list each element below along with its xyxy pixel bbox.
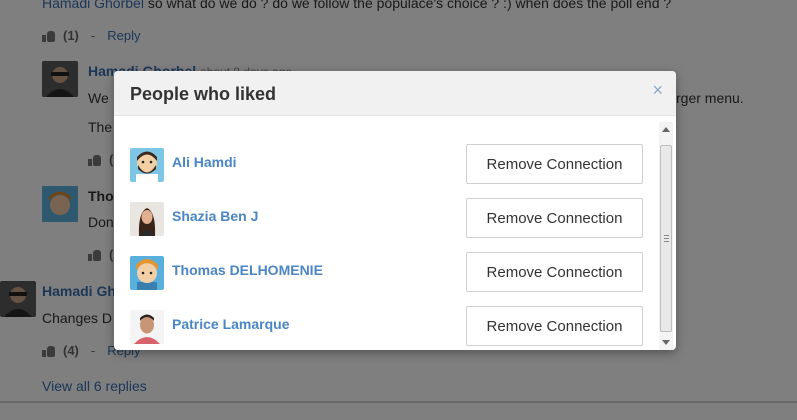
modal-scrollbar[interactable]: [659, 122, 673, 350]
avatar[interactable]: [130, 256, 164, 290]
list-item: Patrice Lamarque Remove Connection: [130, 306, 643, 348]
remove-connection-button[interactable]: Remove Connection: [466, 144, 643, 184]
avatar[interactable]: [130, 310, 164, 344]
remove-connection-button[interactable]: Remove Connection: [466, 252, 643, 292]
list-item: Shazia Ben J Remove Connection: [130, 198, 643, 240]
man-photo-avatar-icon: [130, 310, 164, 344]
scroll-up-arrow-icon[interactable]: [662, 127, 670, 132]
person-name-link[interactable]: Patrice Lamarque: [172, 316, 290, 332]
list-item: Ali Hamdi Remove Connection: [130, 144, 643, 186]
remove-connection-button[interactable]: Remove Connection: [466, 198, 643, 238]
person-name-link[interactable]: Thomas DELHOMENIE: [172, 262, 323, 278]
person-name-link[interactable]: Shazia Ben J: [172, 208, 258, 224]
cartoon-orange-hair-avatar-icon: [130, 256, 164, 290]
avatar[interactable]: [130, 148, 164, 182]
likes-modal: People who liked × Ali Hamdi Remove Conn…: [114, 71, 676, 350]
woman-photo-avatar-icon: [130, 202, 164, 236]
modal-header: People who liked ×: [114, 71, 676, 116]
avatar[interactable]: [130, 202, 164, 236]
cartoon-bearded-man-avatar-icon: [130, 148, 164, 182]
modal-title: People who liked: [130, 84, 277, 104]
people-list: Ali Hamdi Remove Connection Shazia Ben J…: [114, 116, 660, 350]
remove-connection-button[interactable]: Remove Connection: [466, 306, 643, 346]
scrollbar-thumb[interactable]: [660, 145, 672, 332]
person-name-link[interactable]: Ali Hamdi: [172, 154, 237, 170]
grip-icon: [664, 235, 669, 242]
scroll-down-arrow-icon[interactable]: [662, 340, 670, 345]
list-item: Thomas DELHOMENIE Remove Connection: [130, 252, 643, 294]
close-icon[interactable]: ×: [652, 81, 663, 99]
